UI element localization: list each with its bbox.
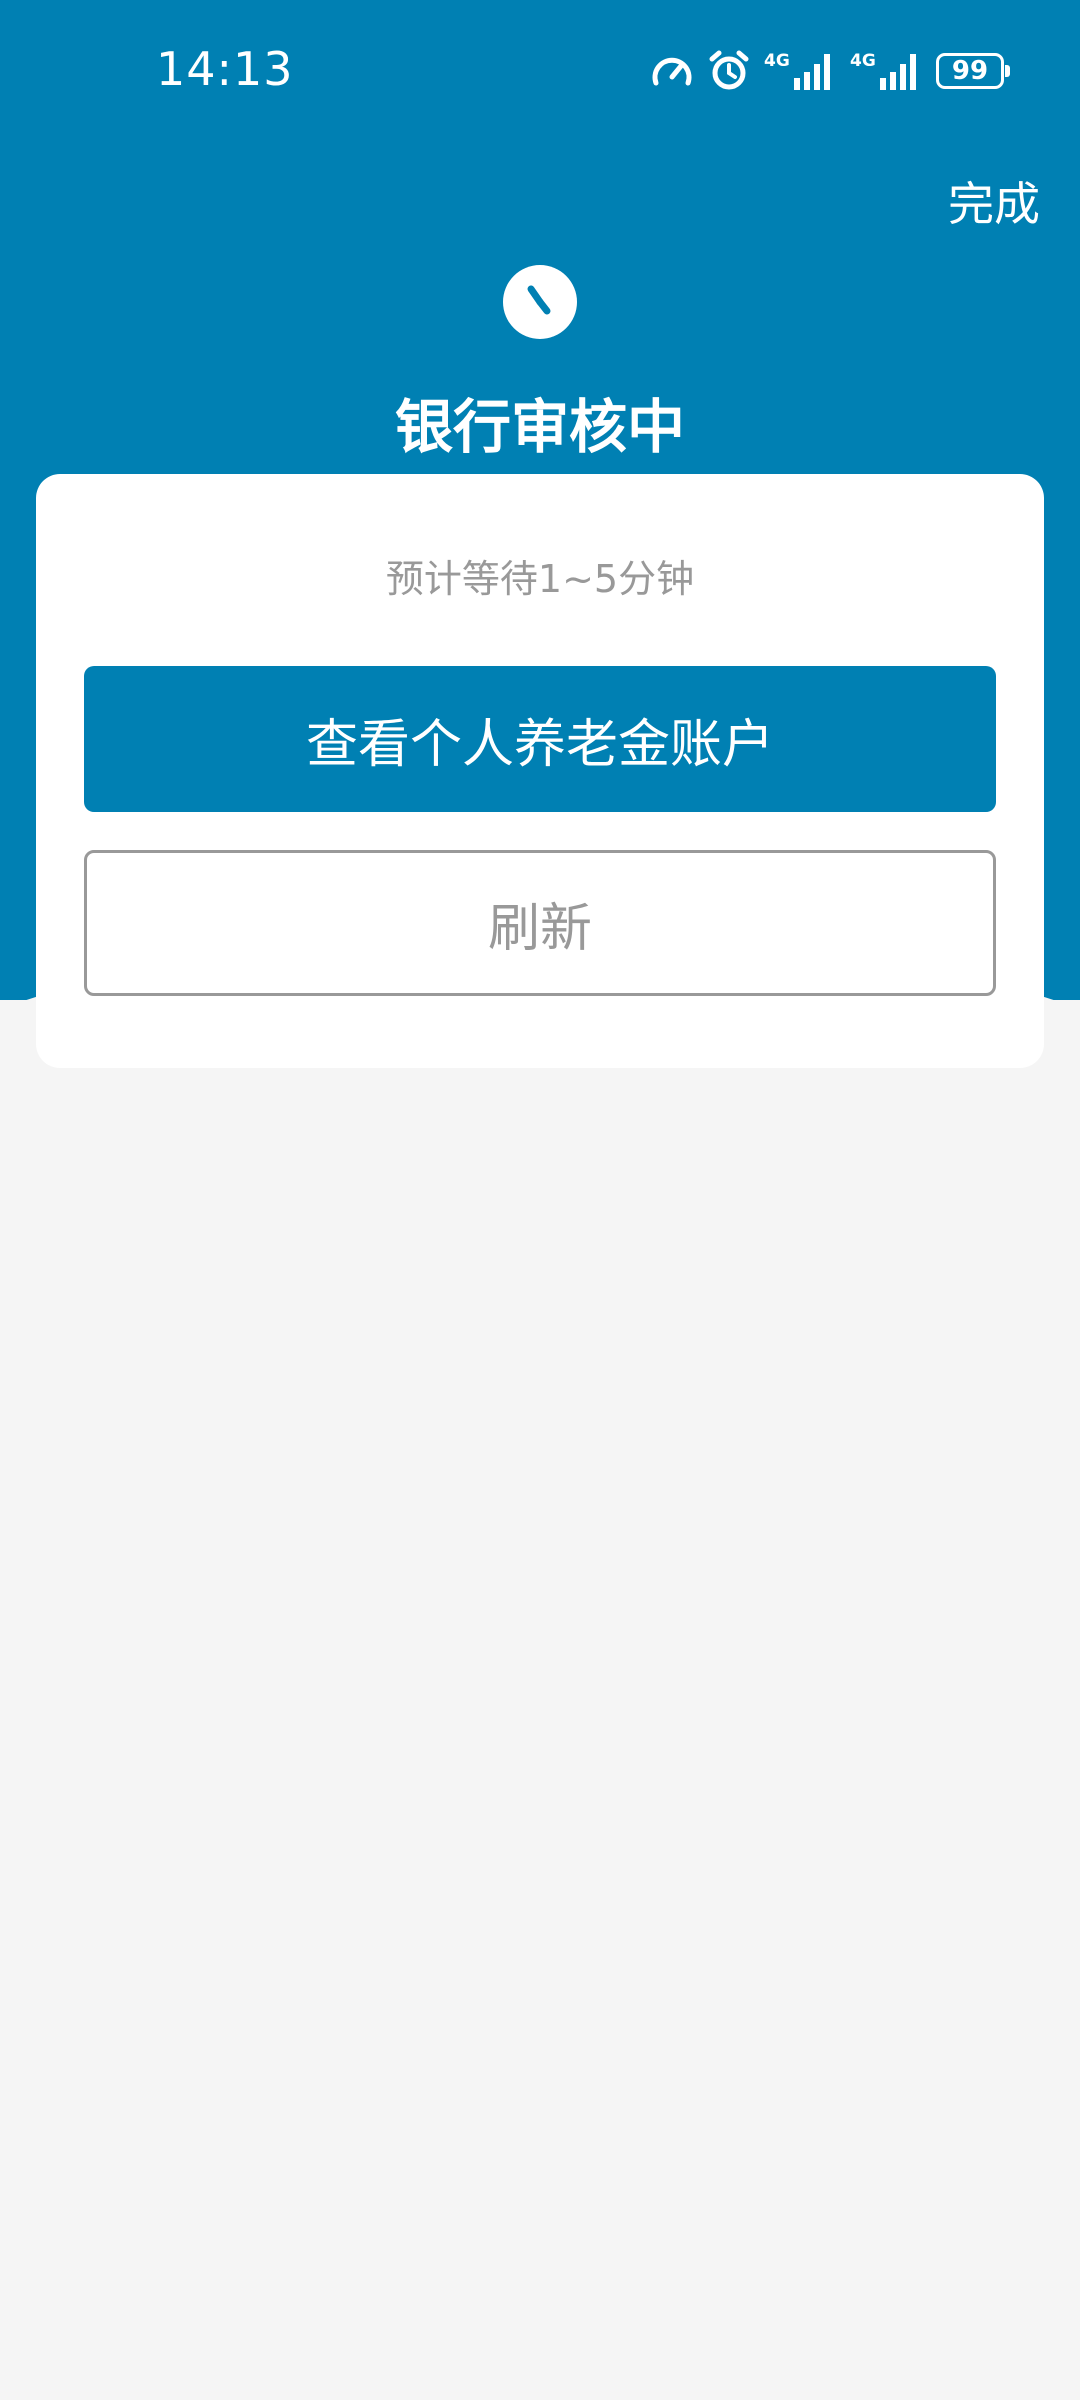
wait-time-text: 预计等待1~5分钟 (385, 557, 695, 601)
network-type-label: 4G (850, 51, 876, 71)
done-button[interactable]: 完成 (948, 168, 1040, 234)
signal-icon: 4G (764, 50, 836, 92)
battery-level: 99 (951, 56, 989, 86)
view-pension-account-button[interactable]: 查看个人养老金账户 (84, 666, 996, 812)
status-bar: 14:13 4G 4G 99 (0, 0, 1080, 140)
refresh-button[interactable]: 刷新 (84, 850, 996, 996)
battery-icon: 99 (936, 53, 1010, 89)
view-pension-account-label: 查看个人养老金账户 (305, 714, 774, 775)
status-card: 预计等待1~5分钟 查看个人养老金账户 刷新 (36, 474, 1044, 1068)
signal-icon: 4G (850, 50, 922, 92)
speedometer-icon (650, 51, 694, 91)
alarm-icon (708, 50, 750, 92)
page-title: 银行审核中 (394, 393, 685, 461)
network-type-label: 4G (764, 51, 790, 71)
refresh-label: 刷新 (487, 898, 592, 959)
status-icons: 4G 4G 99 (650, 50, 1010, 92)
status-time: 14:13 (156, 42, 294, 96)
clock-icon (503, 265, 577, 339)
